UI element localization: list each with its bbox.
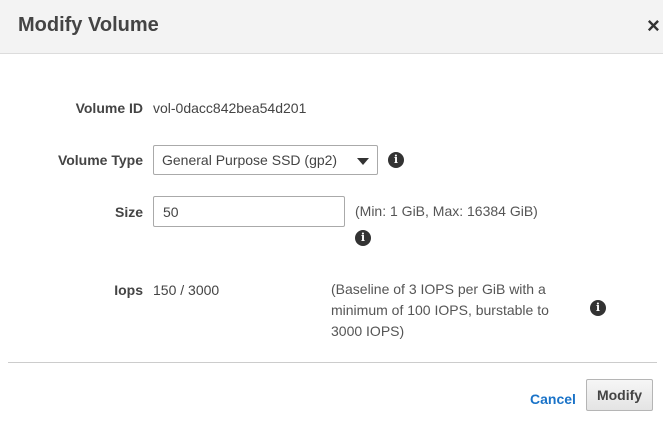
volume-id-label: Volume ID <box>75 100 143 116</box>
modify-button[interactable]: Modify <box>586 379 653 411</box>
info-icon[interactable]: i <box>590 300 606 316</box>
size-input[interactable] <box>153 196 345 227</box>
cancel-button[interactable]: Cancel <box>530 391 576 407</box>
chevron-down-icon <box>357 158 369 165</box>
iops-hint: (Baseline of 3 IOPS per GiB with a minim… <box>331 279 571 342</box>
dialog-title: Modify Volume <box>18 14 159 36</box>
iops-hint-line: (Baseline of 3 IOPS per GiB with a <box>331 281 546 297</box>
info-icon[interactable]: i <box>388 152 404 168</box>
volume-id-value: vol-0dacc842bea54d201 <box>153 100 307 116</box>
size-hint: (Min: 1 GiB, Max: 16384 GiB) <box>355 203 538 219</box>
volume-type-label: Volume Type <box>57 152 143 168</box>
volume-type-selected: General Purpose SSD (gp2) <box>162 152 338 168</box>
iops-hint-line: 3000 IOPS) <box>331 323 405 339</box>
iops-label: Iops <box>114 282 143 298</box>
close-icon[interactable]: × <box>647 13 663 39</box>
size-label: Size <box>114 204 143 220</box>
dialog-header: Modify Volume × <box>0 0 663 54</box>
info-icon[interactable]: i <box>355 230 371 246</box>
iops-value: 150 / 3000 <box>153 282 220 298</box>
iops-hint-line: minimum of 100 IOPS, burstable to <box>331 302 549 318</box>
volume-type-select[interactable]: General Purpose SSD (gp2) <box>153 145 378 175</box>
footer-divider <box>8 362 657 363</box>
